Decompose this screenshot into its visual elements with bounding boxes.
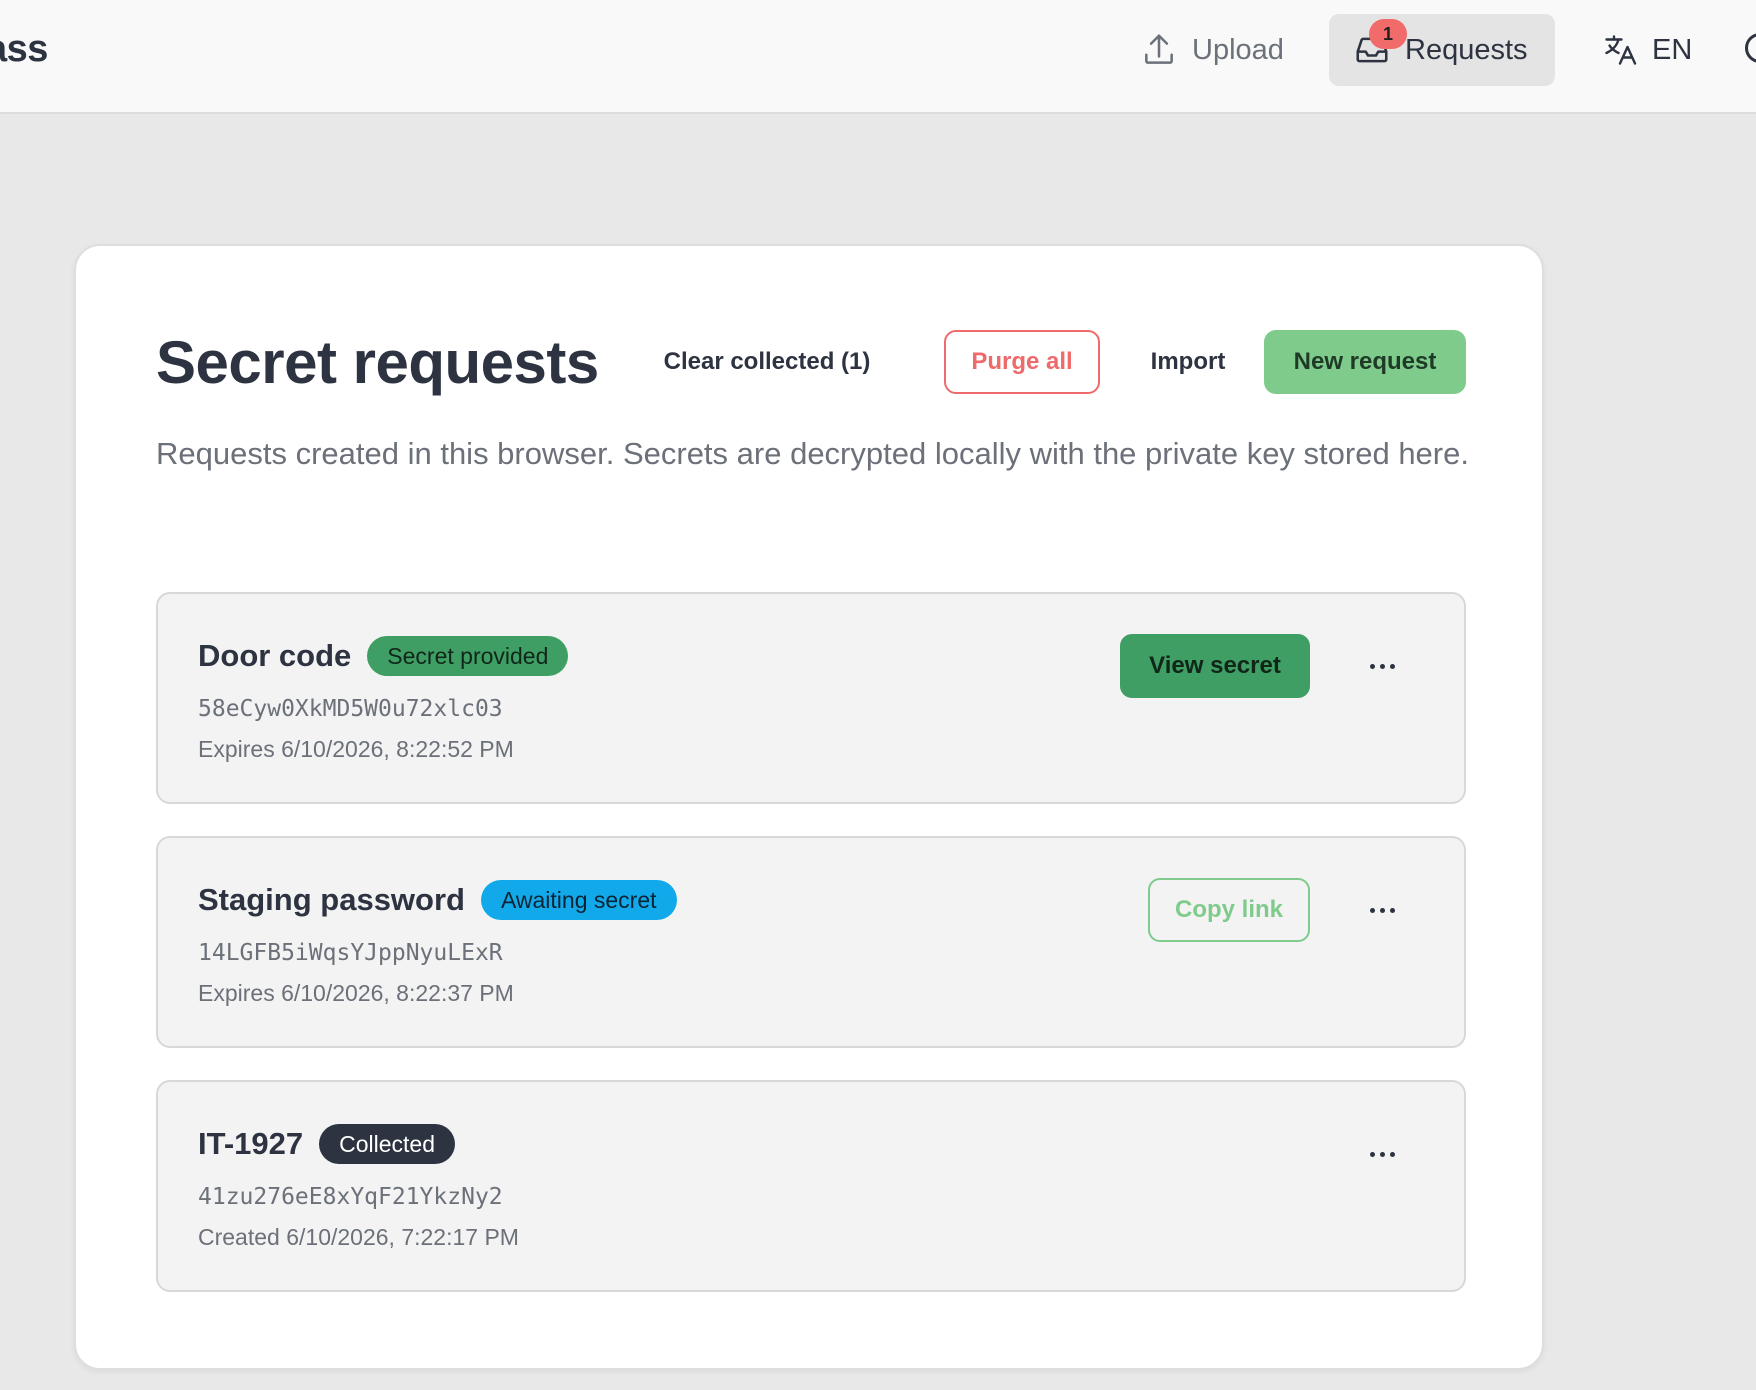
page-title: Secret requests [156,329,599,396]
inbox-icon-wrap: 1 [1353,19,1407,69]
request-header: Staging password Awaiting secret [198,880,677,920]
request-expiry: Expires 6/10/2026, 8:22:37 PM [198,980,514,1006]
request-id: 14LGFB5iWqsYJppNyuLExR [198,940,503,966]
theme-toggle-icon[interactable] [1745,33,1756,63]
status-badge: Collected [319,1124,456,1164]
app-brand[interactable]: ass [0,28,48,71]
import-button[interactable]: Import [1128,330,1248,394]
request-id: 41zu276eE8xYqF21YkzNy2 [198,1184,503,1210]
request-created: Created 6/10/2026, 7:22:17 PM [198,1224,519,1250]
view-secret-button[interactable]: View secret [1120,634,1310,698]
more-horizontal-icon[interactable] [1358,1142,1406,1166]
upload-icon [1145,34,1173,64]
clear-collected-button[interactable]: Clear collected (1) [656,330,878,394]
more-horizontal-icon[interactable] [1358,654,1406,678]
nav-upload[interactable]: Upload [1116,14,1308,86]
language-switcher[interactable]: EN [1578,14,1716,86]
request-row: IT-1927 Collected 41zu276eE8xYqF21YkzNy2… [156,1080,1466,1292]
request-header: IT-1927 Collected [198,1124,456,1164]
top-bar: ass Upload 1 Requests EN [0,0,1756,114]
request-row: Door code Secret provided 58eCyw0XkMD5W0… [156,592,1466,804]
purge-all-button[interactable]: Purge all [944,330,1100,394]
translate-icon [1605,35,1637,65]
copy-link-button[interactable]: Copy link [1148,878,1310,942]
more-horizontal-icon[interactable] [1358,898,1406,922]
request-name: Door code [198,638,352,673]
language-label: EN [1652,33,1693,66]
nav-upload-label: Upload [1192,33,1284,66]
page-description: Requests created in this browser. Secret… [156,436,1469,471]
request-expiry: Expires 6/10/2026, 8:22:52 PM [198,736,514,762]
status-badge: Awaiting secret [480,880,677,920]
requests-count-badge: 1 [1369,19,1407,49]
nav-requests-label: Requests [1405,33,1528,66]
request-id: 58eCyw0XkMD5W0u72xlc03 [198,696,503,722]
secret-requests-card: Secret requests Clear collected (1) Purg… [74,244,1544,1370]
request-name: Staging password [198,882,465,917]
new-request-button[interactable]: New request [1264,330,1466,394]
nav-requests[interactable]: 1 Requests [1329,14,1555,86]
status-badge: Secret provided [367,636,569,676]
request-header: Door code Secret provided [198,636,569,676]
request-name: IT-1927 [198,1126,304,1161]
request-row: Staging password Awaiting secret 14LGFB5… [156,836,1466,1048]
